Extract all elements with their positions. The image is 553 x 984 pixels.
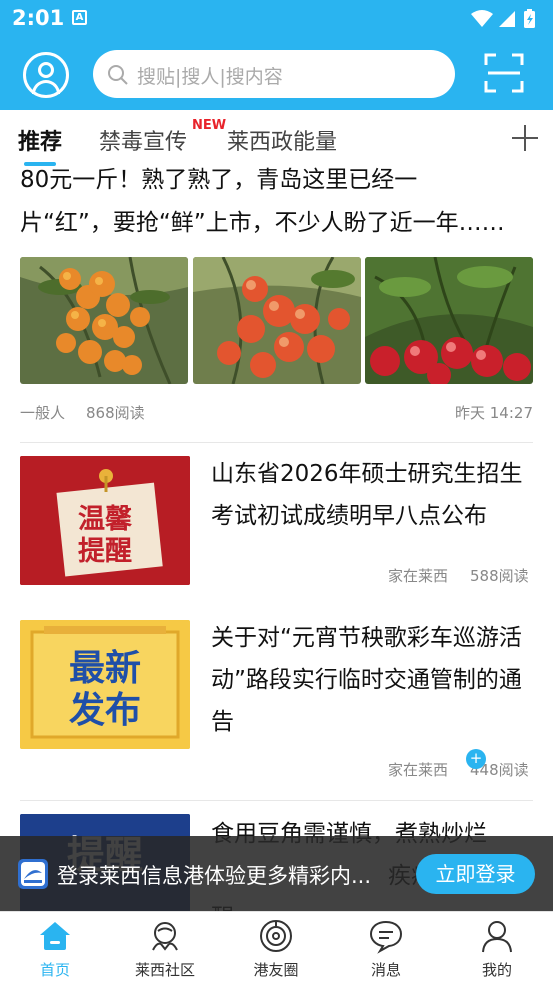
login-prompt-bar: 登录莱西信息港体验更多精彩内... 立即登录 (0, 836, 553, 911)
image-text-top: 温馨 (78, 504, 133, 535)
new-badge: NEW (192, 118, 227, 133)
nav-item-profile[interactable]: 我的 (442, 912, 552, 984)
divider (20, 800, 533, 801)
nav-item-friends-circle[interactable]: 港友圈 (221, 912, 331, 984)
circle-icon (260, 920, 292, 952)
tab-recommend[interactable]: 推荐 (18, 124, 62, 156)
login-prompt-text: 登录莱西信息港体验更多精彩内... (57, 864, 372, 888)
search-icon (108, 65, 128, 85)
latest-release-image: 最新 发布 (20, 620, 190, 749)
tab-anti-drug[interactable]: 禁毒宣传 (99, 124, 187, 156)
floating-plus-icon[interactable]: + (466, 749, 486, 769)
message-icon (369, 920, 403, 954)
signal-icon (499, 11, 515, 27)
home-icon (40, 922, 70, 950)
app-screen: 2:01 A 搜贴|搜人|搜内容 推荐 禁毒宣传 莱西政能量 NEW 80元一斤… (0, 0, 553, 984)
cherry-photo-3 (365, 257, 533, 384)
article-source: 家在莱西 (388, 761, 449, 779)
divider (20, 442, 533, 443)
community-icon (152, 922, 178, 951)
profile-icon (482, 921, 512, 953)
article-reads: 588阅读 (470, 567, 529, 585)
nav-label: 首页 (39, 961, 70, 979)
bottom-navigation: 首页 莱西社区 港友圈 消息 我的 (0, 911, 553, 984)
news-feed: 80元一斤！熟了熟了，青岛这里已经一 片“红”，要抢“鲜”上市，不少人盼了近一年… (0, 166, 553, 911)
nav-label: 港友圈 (253, 961, 299, 979)
cherry-photo-2 (193, 257, 361, 384)
app-header: 2:01 A 搜贴|搜人|搜内容 (0, 0, 553, 110)
article-time: 昨天 14:27 (455, 404, 533, 422)
avatar-head-icon (38, 62, 54, 78)
image-text-top: 最新 (69, 648, 141, 689)
category-tabs: 推荐 禁毒宣传 莱西政能量 (0, 110, 553, 166)
article-title: 关于对“元宵节秧歌彩车巡游活动”路段实行临时交通管制的通告 (211, 625, 522, 735)
article-title-line1: 80元一斤！熟了熟了，青岛这里已经一 (20, 167, 418, 193)
article-author: 一般人 (20, 404, 66, 422)
search-placeholder: 搜贴|搜人|搜内容 (137, 66, 283, 88)
avatar-body-icon (32, 80, 60, 94)
article-source: 家在莱西 (388, 567, 449, 585)
article-reads: 868阅读 (86, 404, 145, 422)
wifi-icon (471, 10, 493, 27)
nav-item-home[interactable]: 首页 (0, 912, 110, 984)
system-status-icons (471, 9, 535, 28)
tab-laixi-politics[interactable]: 莱西政能量 (227, 124, 337, 156)
cherry-photo-1 (20, 257, 188, 384)
article-title-line2: 片“红”，要抢“鲜”上市，不少人盼了近一年…… (20, 210, 505, 236)
article-title: 山东省2026年硕士研究生招生考试初试成绩明早八点公布 (211, 461, 523, 529)
login-button[interactable]: 立即登录 (416, 854, 535, 894)
nav-label: 消息 (370, 961, 401, 979)
nav-label: 我的 (481, 961, 512, 979)
image-text-bottom: 发布 (69, 690, 141, 731)
search-bar[interactable]: 搜贴|搜人|搜内容 (93, 50, 455, 98)
nav-item-community[interactable]: 莱西社区 (110, 912, 220, 984)
avatar-button[interactable] (23, 52, 69, 98)
add-channel-icon[interactable] (512, 125, 538, 151)
status-time: 2:01 (12, 6, 65, 30)
app-logo-icon (18, 859, 48, 889)
warm-reminder-image: 温馨 提醒 (20, 456, 190, 585)
status-bar: 2:01 A (0, 0, 553, 36)
scan-icon[interactable] (484, 53, 524, 93)
notification-icon: A (72, 10, 87, 25)
nav-label: 莱西社区 (134, 961, 195, 979)
image-text-bottom: 提醒 (78, 536, 132, 567)
nav-item-messages[interactable]: 消息 (331, 912, 441, 984)
